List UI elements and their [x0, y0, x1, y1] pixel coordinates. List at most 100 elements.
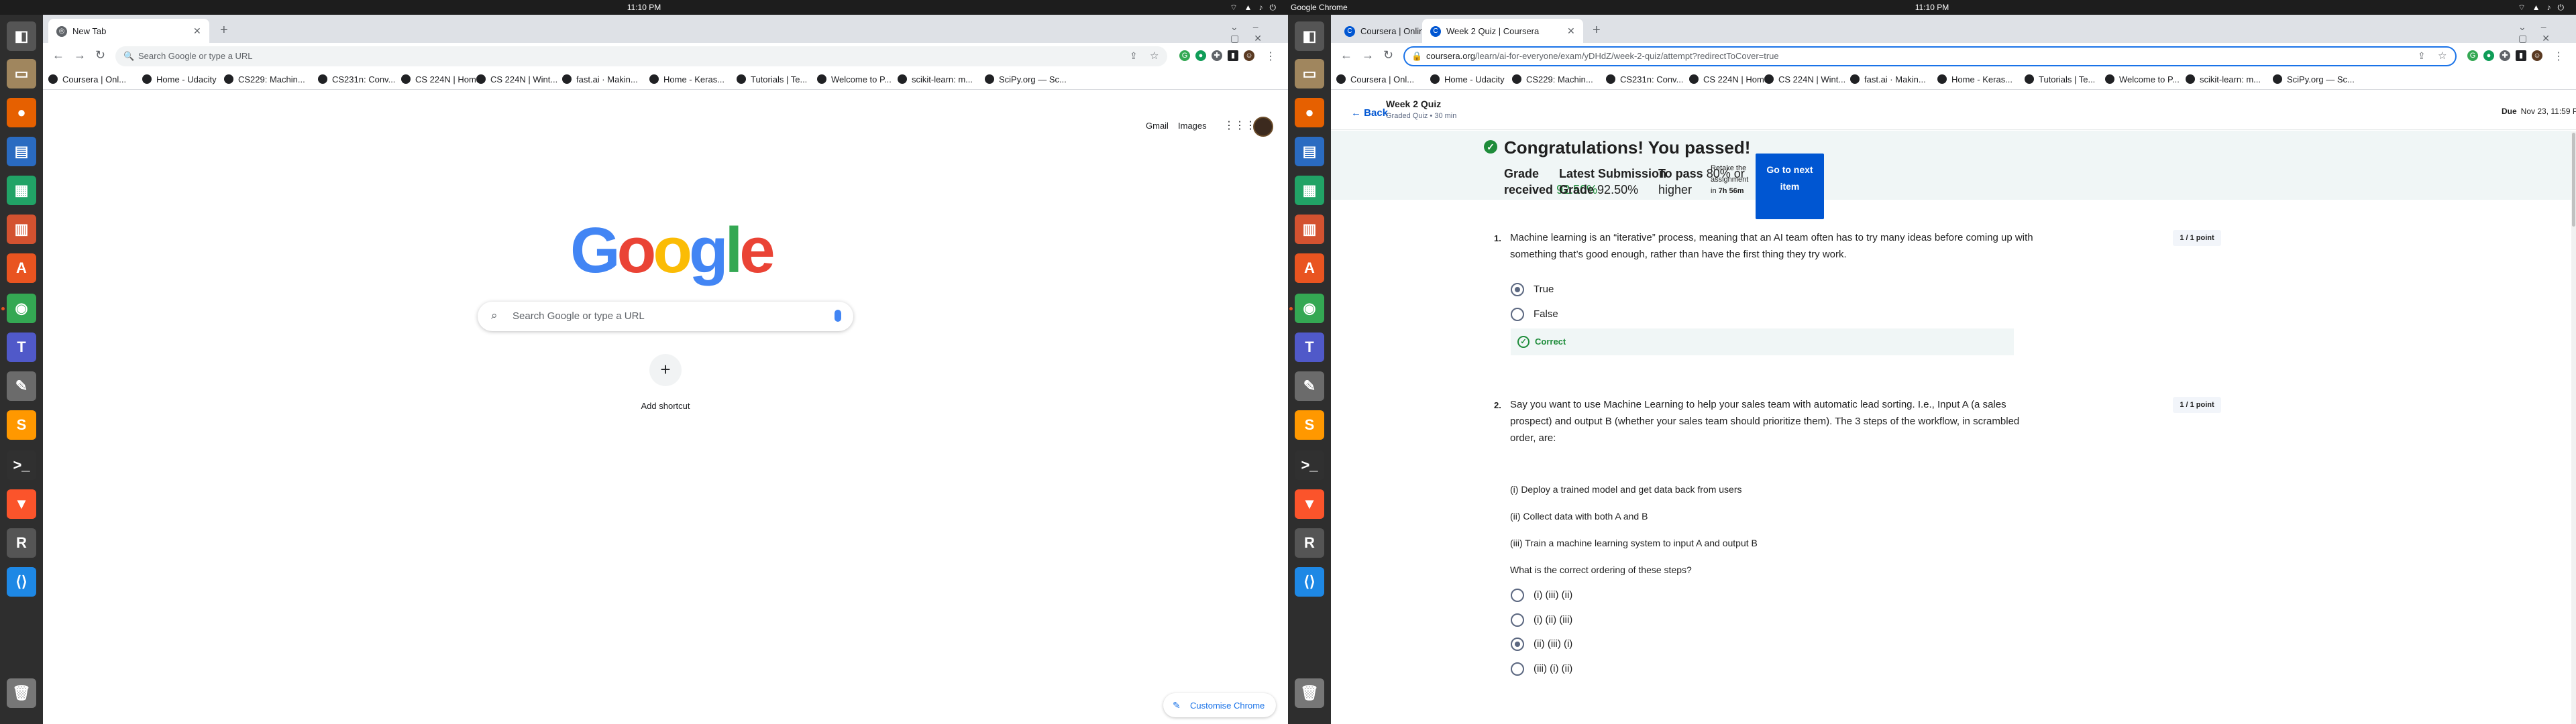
bookmark-item[interactable]: Home - Keras... — [649, 74, 724, 84]
calc-icon[interactable]: ▦ — [7, 176, 36, 205]
show-apps-icon[interactable]: ◧ — [1295, 21, 1324, 51]
customise-chrome-button[interactable]: ✎ Customise Chrome — [1163, 693, 1276, 717]
rstudio-icon[interactable]: R — [7, 528, 36, 558]
answer-option[interactable]: True — [1511, 283, 1554, 296]
window-controls[interactable]: ⌄–▢✕ — [1230, 21, 1288, 44]
firefox-icon[interactable]: ● — [7, 98, 36, 127]
tab-coursera-online-courses[interactable]: C Coursera | Online Course... — [1336, 19, 1422, 43]
search-box[interactable]: ⌕ Search Google or type a URL — [478, 302, 853, 331]
vscode-icon[interactable]: ⟨⟩ — [7, 567, 36, 597]
tab-week-2-quiz[interactable]: C Week 2 Quiz | Coursera ✕ — [1422, 19, 1583, 43]
menu-kebab-icon[interactable]: ⋮ — [2553, 50, 2564, 63]
teams-icon[interactable]: T — [7, 333, 36, 362]
bookmark-item[interactable]: CS 224N | Home — [1689, 74, 1769, 84]
text-editor-icon[interactable]: ✎ — [1295, 371, 1324, 401]
radio-unselected[interactable] — [1511, 308, 1524, 321]
answer-option[interactable]: (i) (ii) (iii) — [1511, 613, 1572, 627]
software-icon[interactable]: A — [1295, 253, 1324, 283]
terminal-icon[interactable]: >_ — [7, 450, 36, 480]
bookmark-item[interactable]: Tutorials | Te... — [2025, 74, 2095, 84]
bookmark-item[interactable]: CS 224N | Wint... — [476, 74, 557, 84]
trash-icon[interactable]: 🗑 — [7, 678, 36, 708]
bookmark-item[interactable]: Coursera | Onl... — [1336, 74, 1414, 84]
side-panel-icon[interactable]: ▮ — [2516, 50, 2526, 61]
answer-option[interactable]: (i) (iii) (ii) — [1511, 589, 1572, 602]
side-panel-icon[interactable]: ▮ — [1228, 50, 1238, 61]
system-tray-icons[interactable]: ⌔▲♪⏻ — [2518, 3, 2571, 13]
bookmark-star-icon[interactable]: ☆ — [2438, 50, 2447, 62]
bookmark-item[interactable]: Welcome to P... — [2105, 74, 2180, 84]
gmail-link[interactable]: Gmail — [1146, 121, 1169, 131]
trash-icon[interactable]: 🗑 — [1295, 678, 1324, 708]
bookmark-item[interactable]: fast.ai · Makin... — [1850, 74, 1926, 84]
bookmark-item[interactable]: Home - Keras... — [1937, 74, 2012, 84]
sublime-icon[interactable]: S — [7, 410, 36, 440]
extension-icon[interactable]: ● — [1195, 50, 1206, 61]
close-icon[interactable]: ✕ — [193, 25, 201, 37]
back-button[interactable]: ← Back — [1351, 107, 1388, 119]
extension-icon[interactable]: G — [2467, 50, 2478, 61]
radio-selected[interactable] — [1511, 638, 1524, 651]
firefox-icon[interactable]: ● — [1295, 98, 1324, 127]
bookmark-item[interactable]: Welcome to P... — [817, 74, 892, 84]
share-icon[interactable]: ⇪ — [1130, 50, 1138, 62]
bookmark-item[interactable]: CS 224N | Wint... — [1764, 74, 1845, 84]
bookmark-item[interactable]: Tutorials | Te... — [737, 74, 807, 84]
files-icon[interactable]: ▭ — [1295, 59, 1324, 88]
bookmark-item[interactable]: Home - Udacity — [142, 74, 217, 84]
bookmark-item[interactable]: fast.ai · Makin... — [562, 74, 638, 84]
profile-avatar[interactable]: ☺ — [2532, 50, 2542, 61]
clock[interactable]: 11:10 PM — [1288, 3, 2576, 12]
vscode-icon[interactable]: ⟨⟩ — [1295, 567, 1324, 597]
terminal-icon[interactable]: >_ — [1295, 450, 1324, 480]
new-tab-button[interactable]: + — [1593, 23, 1601, 38]
microphone-icon[interactable] — [835, 310, 841, 322]
menu-kebab-icon[interactable]: ⋮ — [1265, 50, 1276, 63]
files-icon[interactable]: ▭ — [7, 59, 36, 88]
omnibox[interactable]: 🔒 coursera.org/learn/ai-for-everyone/exa… — [1403, 46, 2457, 66]
clock[interactable]: 11:10 PM — [0, 3, 1288, 12]
go-to-next-item-button[interactable]: Go to next item — [1756, 154, 1824, 219]
radio-unselected[interactable] — [1511, 589, 1524, 602]
add-shortcut-button[interactable]: + — [649, 354, 682, 386]
bookmark-item[interactable]: CS231n: Conv... — [1606, 74, 1683, 84]
teams-icon[interactable]: T — [1295, 333, 1324, 362]
account-avatar[interactable] — [1253, 117, 1273, 137]
bookmark-item[interactable]: scikit-learn: m... — [2186, 74, 2261, 84]
share-icon[interactable]: ⇪ — [2418, 50, 2426, 62]
bookmark-star-icon[interactable]: ☆ — [1150, 50, 1159, 62]
extensions-puzzle-icon[interactable]: ✚ — [2500, 50, 2510, 61]
writer-icon[interactable]: ▤ — [1295, 137, 1324, 166]
brave-icon[interactable]: ▼ — [1295, 489, 1324, 519]
chrome-icon[interactable]: ◉ — [1295, 294, 1324, 323]
radio-selected[interactable] — [1511, 283, 1524, 296]
extension-icon[interactable]: ● — [2483, 50, 2494, 61]
close-icon[interactable]: ✕ — [1567, 25, 1575, 37]
bookmark-item[interactable]: SciPy.org — Sc... — [2273, 74, 2355, 84]
extension-icon[interactable]: G — [1179, 50, 1190, 61]
back-arrow-icon[interactable]: ← — [52, 48, 64, 62]
omnibox[interactable]: 🔍 Search Google or type a URL — [115, 46, 1167, 66]
tab-new-tab[interactable]: ◎ New Tab ✕ — [48, 19, 209, 43]
reload-icon[interactable]: ↻ — [1383, 48, 1393, 62]
system-tray-icons[interactable]: ⌔▲♪⏻ — [1230, 3, 1283, 13]
bookmark-item[interactable]: Home - Udacity — [1430, 74, 1505, 84]
brave-icon[interactable]: ▼ — [7, 489, 36, 519]
answer-option[interactable]: False — [1511, 308, 1558, 321]
apps-grid-icon[interactable]: ⋮⋮⋮ — [1224, 119, 1256, 132]
text-editor-icon[interactable]: ✎ — [7, 371, 36, 401]
reload-icon[interactable]: ↻ — [95, 48, 105, 62]
forward-arrow-icon[interactable]: → — [1362, 48, 1374, 62]
new-tab-button[interactable]: + — [220, 23, 228, 38]
extensions-puzzle-icon[interactable]: ✚ — [1212, 50, 1222, 61]
images-link[interactable]: Images — [1178, 121, 1207, 131]
chrome-icon[interactable]: ◉ — [7, 294, 36, 323]
rstudio-icon[interactable]: R — [1295, 528, 1324, 558]
bookmark-item[interactable]: CS229: Machin... — [1512, 74, 1593, 84]
radio-unselected[interactable] — [1511, 613, 1524, 627]
scrollbar-thumb[interactable] — [2572, 133, 2575, 227]
answer-option[interactable]: (iii) (i) (ii) — [1511, 662, 1572, 676]
bookmark-item[interactable]: SciPy.org — Sc... — [985, 74, 1067, 84]
profile-avatar[interactable]: ☺ — [1244, 50, 1254, 61]
back-arrow-icon[interactable]: ← — [1340, 48, 1352, 62]
